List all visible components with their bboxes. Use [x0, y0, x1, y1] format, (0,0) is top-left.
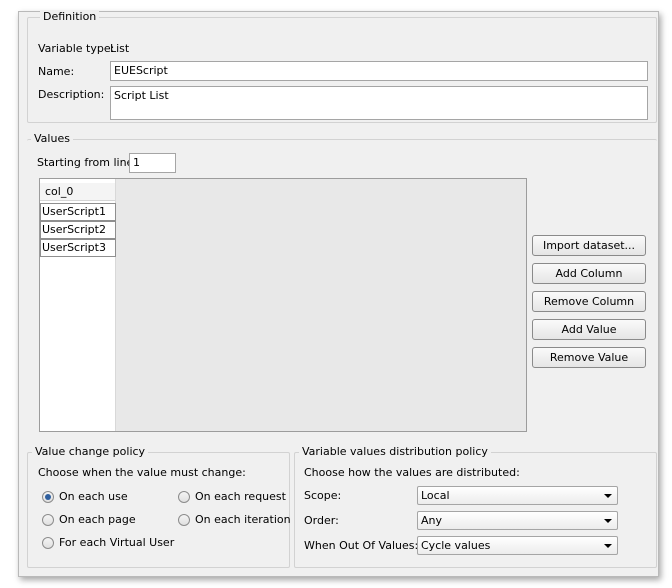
scope-select[interactable]: Local	[417, 486, 618, 505]
order-label: Order:	[304, 514, 339, 527]
description-label: Description:	[38, 88, 105, 101]
starting-line-field[interactable]: 1	[129, 153, 176, 173]
column-header[interactable]: col_0	[40, 183, 115, 201]
radio-on-each-iteration-label: On each iteration	[195, 513, 291, 526]
radio-unchecked-icon	[178, 490, 190, 503]
table-column: col_0 UserScript1 UserScript2 UserScript…	[40, 179, 116, 431]
table-row[interactable]: UserScript1	[40, 203, 116, 221]
remove-value-button[interactable]: Remove Value	[532, 347, 646, 368]
values-title: Values	[31, 132, 73, 146]
table-row[interactable]: UserScript3	[40, 239, 116, 257]
name-label: Name:	[38, 65, 75, 78]
radio-for-each-virtual-user[interactable]: For each Virtual User	[42, 536, 174, 549]
add-column-button[interactable]: Add Column	[532, 263, 646, 284]
radio-on-each-page[interactable]: On each page	[42, 513, 136, 526]
out-of-values-select[interactable]: Cycle values	[417, 536, 618, 555]
chevron-down-icon	[604, 544, 612, 548]
radio-for-each-virtual-user-label: For each Virtual User	[59, 536, 175, 549]
remove-column-button[interactable]: Remove Column	[532, 291, 646, 312]
order-select-value: Any	[421, 514, 443, 527]
out-of-values-label: When Out Of Values:	[304, 539, 419, 552]
scope-select-value: Local	[421, 489, 450, 502]
variable-type-value: List	[110, 42, 130, 55]
table-row[interactable]: UserScript2	[40, 221, 116, 239]
chevron-down-icon	[604, 519, 612, 523]
description-field[interactable]: Script List	[110, 86, 648, 120]
value-change-policy-group: Value change policy Choose when the valu…	[27, 445, 291, 568]
radio-on-each-use[interactable]: On each use	[42, 490, 128, 503]
radio-on-each-request-label: On each request	[195, 490, 286, 503]
radio-unchecked-icon	[42, 536, 54, 549]
distribution-policy-title: Variable values distribution policy	[299, 445, 491, 459]
radio-on-each-use-label: On each use	[59, 490, 128, 503]
radio-checked-icon	[42, 490, 54, 503]
out-of-values-select-value: Cycle values	[421, 539, 491, 552]
definition-group: Definition Variable type: List Name: EUE…	[27, 10, 657, 123]
name-field[interactable]: EUEScript	[110, 61, 648, 81]
add-value-button[interactable]: Add Value	[532, 319, 646, 340]
value-change-policy-title: Value change policy	[32, 445, 149, 459]
radio-unchecked-icon	[178, 513, 190, 526]
radio-on-each-page-label: On each page	[59, 513, 136, 526]
radio-on-each-request[interactable]: On each request	[178, 490, 286, 503]
scope-label: Scope:	[304, 489, 342, 502]
starting-line-label: Starting from line:	[37, 156, 138, 169]
distribution-policy-group: Variable values distribution policy Choo…	[294, 445, 657, 568]
variable-editor-panel: Definition Variable type: List Name: EUE…	[18, 10, 659, 577]
order-select[interactable]: Any	[417, 511, 618, 530]
radio-unchecked-icon	[42, 513, 54, 526]
radio-on-each-iteration[interactable]: On each iteration	[178, 513, 291, 526]
definition-title: Definition	[40, 10, 100, 24]
chevron-down-icon	[604, 494, 612, 498]
values-table[interactable]: col_0 UserScript1 UserScript2 UserScript…	[39, 178, 527, 432]
import-dataset-button[interactable]: Import dataset...	[532, 235, 646, 256]
distribution-prompt: Choose how the values are distributed:	[304, 466, 520, 479]
variable-type-label: Variable type:	[38, 42, 115, 55]
value-change-prompt: Choose when the value must change:	[38, 466, 246, 479]
